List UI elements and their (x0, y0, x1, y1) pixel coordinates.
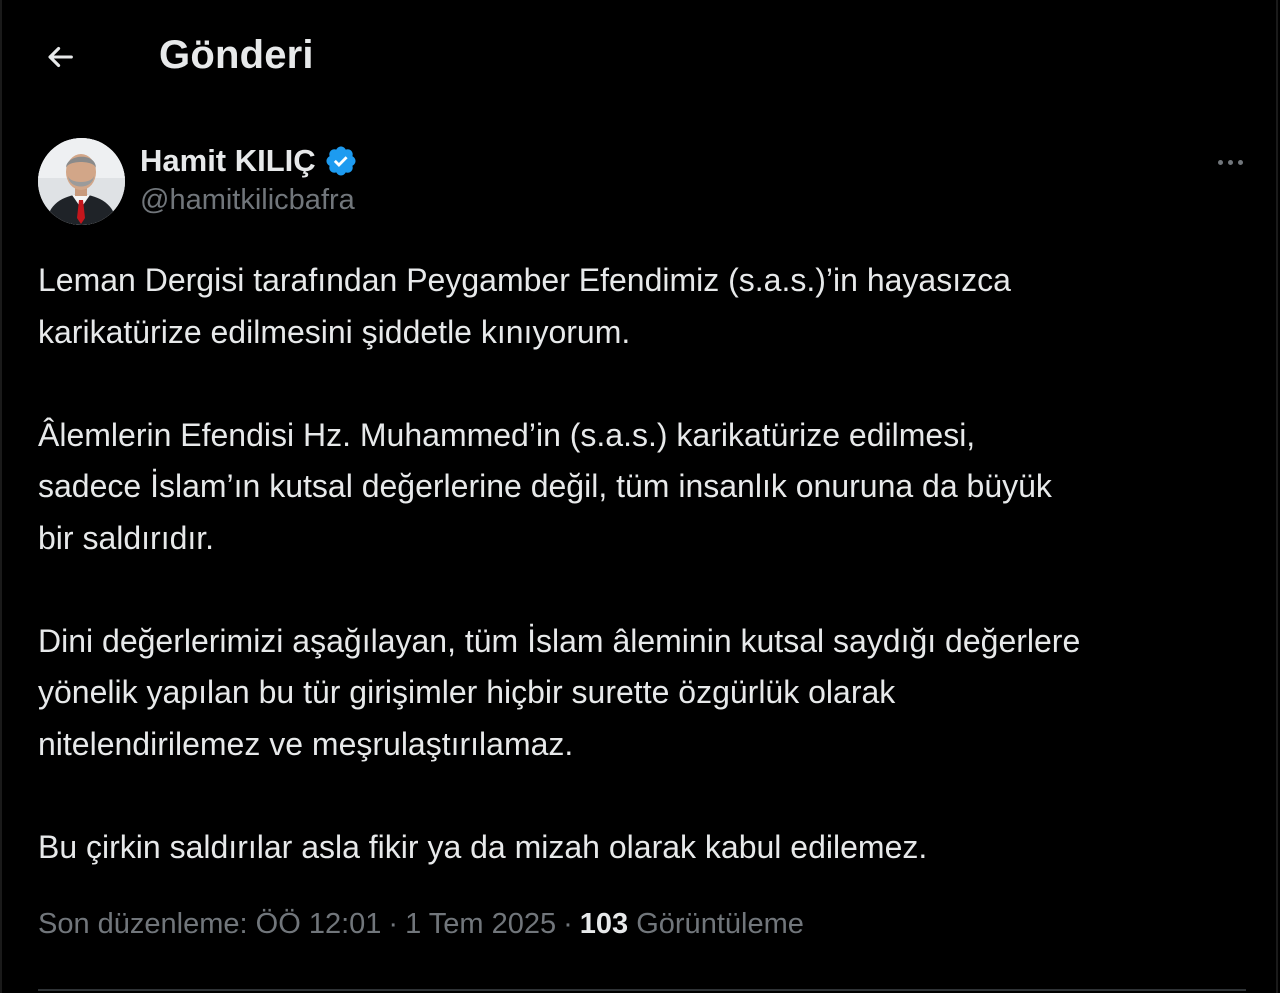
author-name-row[interactable]: Hamit KILIÇ (140, 139, 358, 183)
avatar[interactable] (38, 138, 125, 225)
views-count: 103 (579, 908, 629, 940)
tweet-paragraph: Âlemlerin Efendisi Hz. Muhammed’in (s.a.… (38, 416, 1052, 556)
arrow-left-icon (43, 40, 77, 79)
more-horizontal-icon (1217, 159, 1223, 165)
verified-badge-icon[interactable] (324, 144, 358, 178)
tweet-paragraph: Leman Dergisi tarafından Peygamber Efend… (38, 262, 1011, 350)
tweet-paragraph: Bu çirkin saldırılar asla fikir ya da mi… (38, 828, 928, 865)
meta-separator: · (563, 908, 573, 940)
tweet-page: Gönderi Hamit KILIÇ @hamitkilicbafra Lem… (0, 0, 1278, 993)
author-handle[interactable]: @hamitkilicbafra (140, 184, 355, 217)
back-button[interactable] (28, 30, 92, 88)
tweet-meta: Son düzenleme: ÖÖ 12:01 · 1 Tem 2025 · 103 G… (38, 908, 804, 941)
page-title: Gönderi (159, 33, 314, 77)
tweet-text: Leman Dergisi tarafından Peygamber Efend… (38, 255, 1253, 873)
more-options-button[interactable] (1202, 142, 1258, 182)
divider (38, 989, 1246, 991)
views-label: Görüntüleme (636, 908, 804, 940)
author-name[interactable]: Hamit KILIÇ (140, 143, 316, 179)
tweet-paragraph: Dini değerlerimizi aşağılayan, tüm İslam… (38, 622, 1081, 762)
post-date[interactable]: 1 Tem 2025 (405, 908, 556, 940)
page-header: Gönderi (2, 0, 1280, 118)
edited-timestamp[interactable]: Son düzenleme: ÖÖ 12:01 (38, 908, 381, 940)
meta-separator: · (388, 908, 399, 940)
